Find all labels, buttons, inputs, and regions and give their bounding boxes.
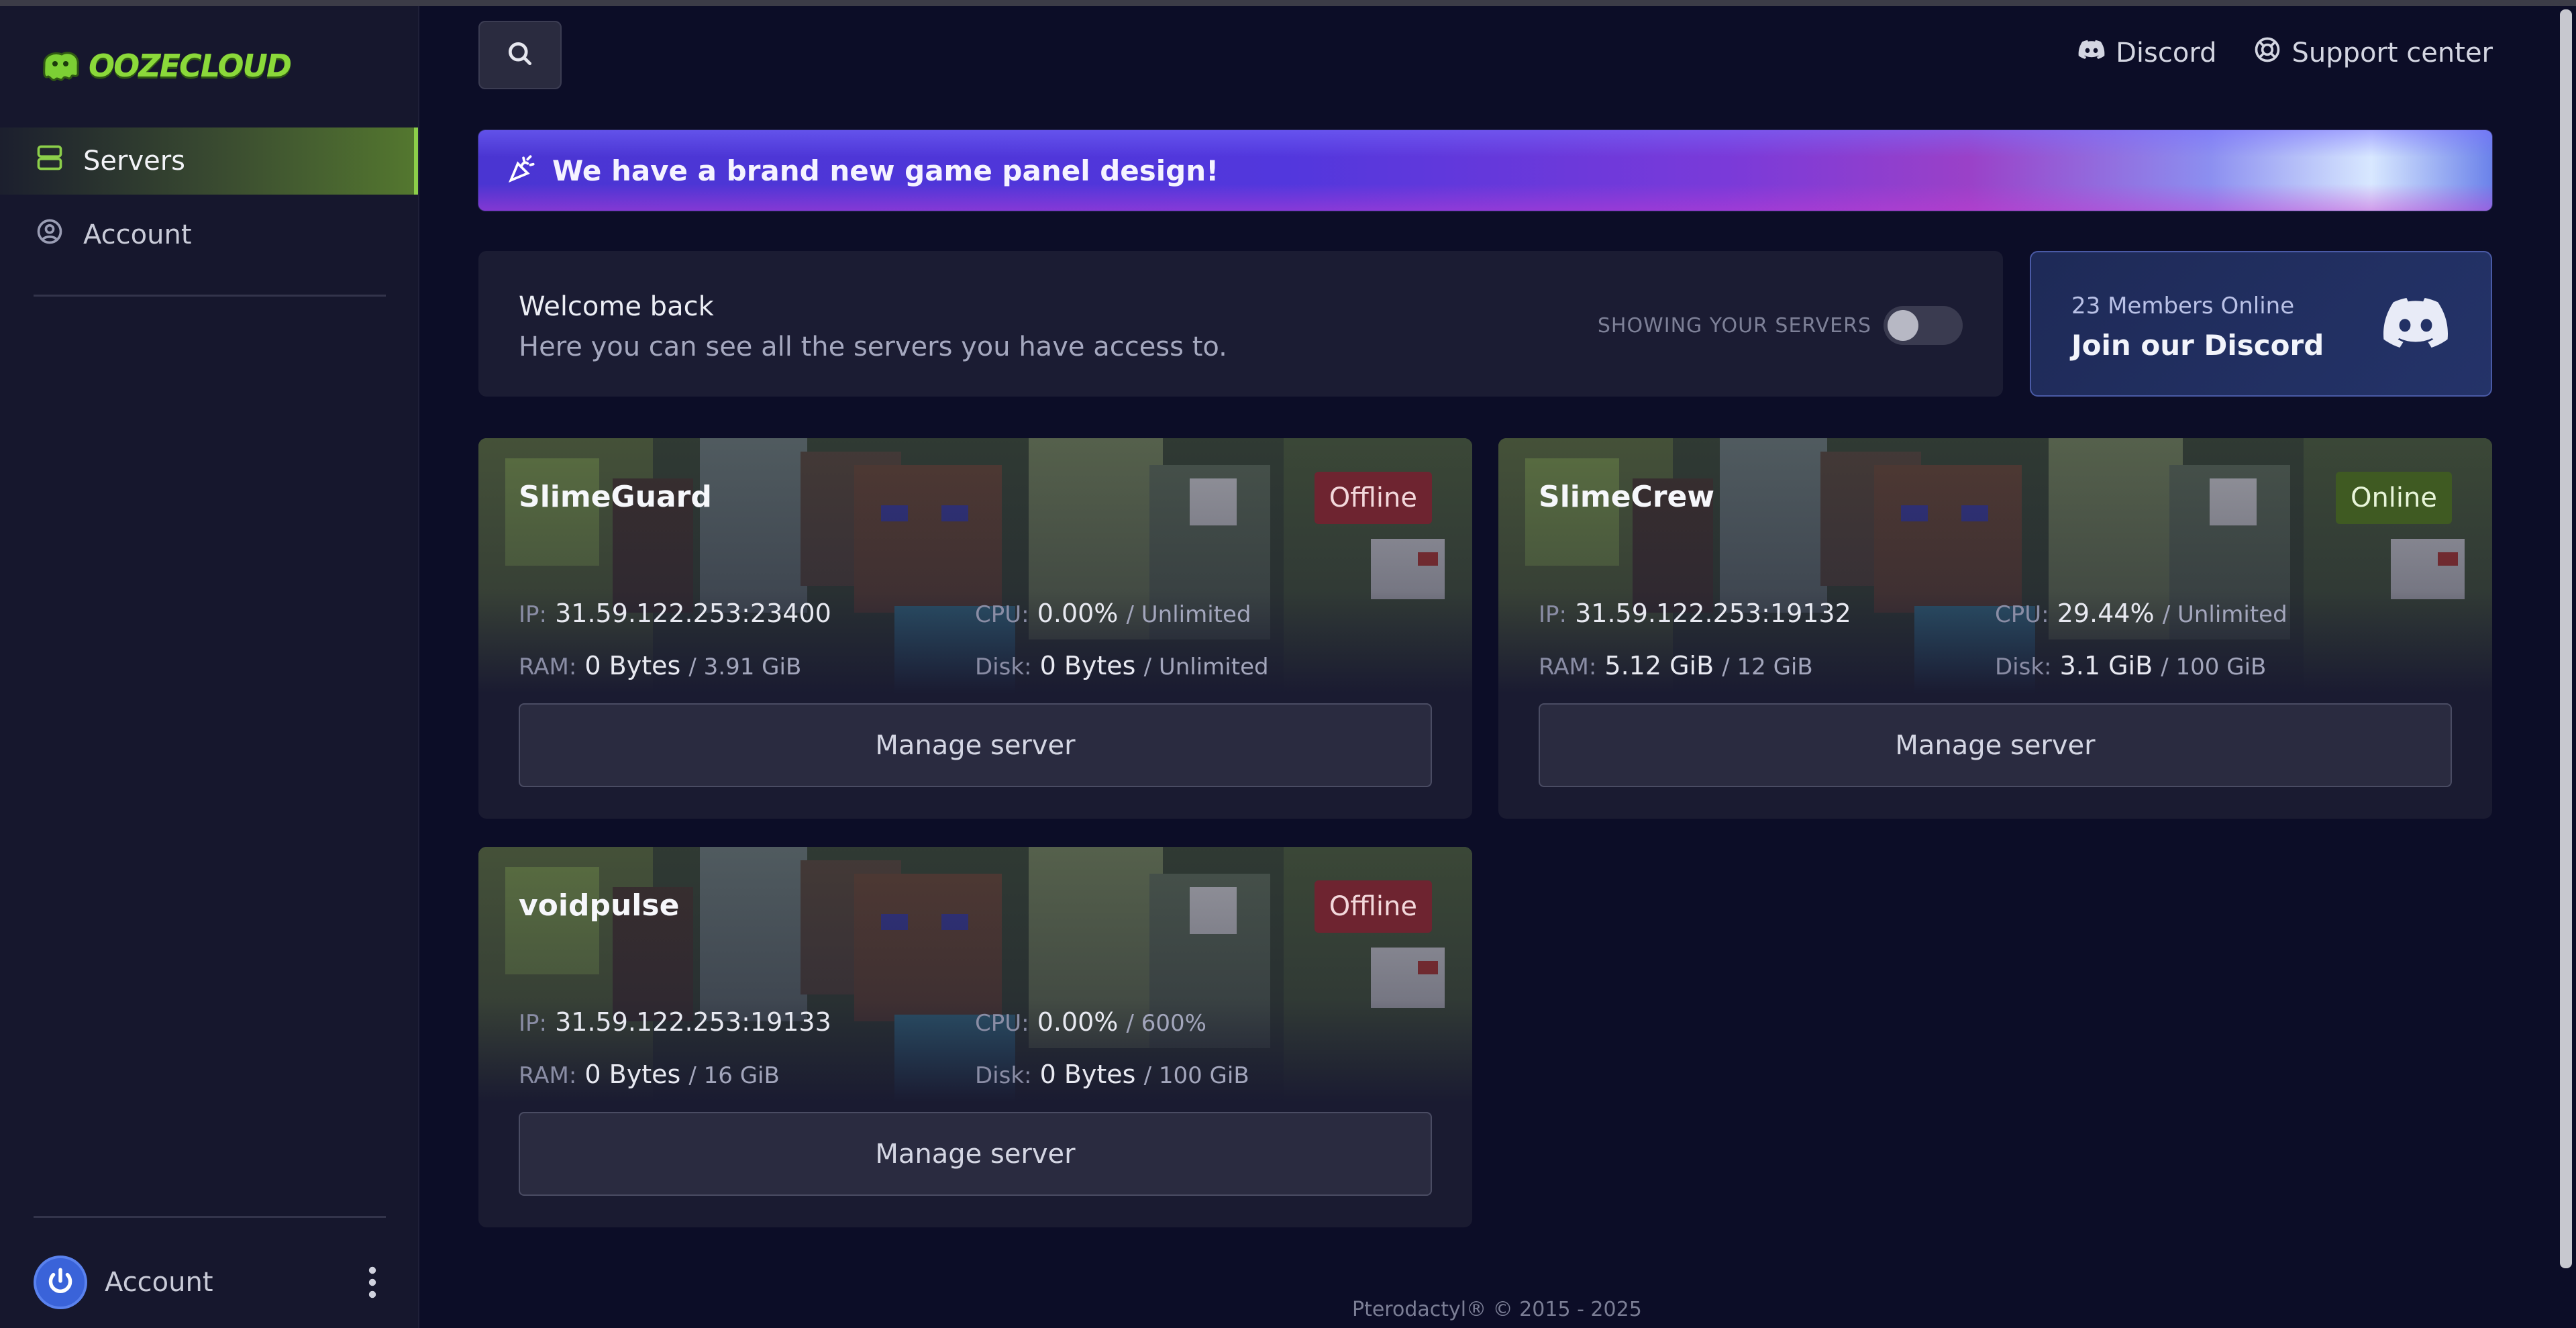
disk-limit: / 100 GiB [1143,1062,1249,1089]
server-filter-toggle-group: SHOWING YOUR SERVERS [1598,306,1963,345]
cpu-stat: CPU: 29.44% / Unlimited [1995,599,2451,628]
ip-value: 31.59.122.253:23400 [555,599,831,628]
manage-server-button[interactable]: Manage server [519,703,1432,787]
disk-stat: Disk: 0 Bytes / 100 GiB [975,1060,1431,1089]
ram-limit: / 12 GiB [1722,654,1813,680]
cpu-limit: / 600% [1126,1010,1206,1037]
support-center-link[interactable]: Support center [2253,35,2493,71]
server-name: voidpulse [519,888,680,923]
slime-logo-icon [40,49,82,83]
window-top-border [0,0,2576,6]
cpu-stat: CPU: 0.00% / 600% [975,1007,1431,1037]
ram-stat: RAM: 0 Bytes / 16 GiB [519,1060,975,1089]
footer-copyright: Pterodactyl® © 2015 - 2025 [1352,1298,1642,1321]
stat-label: Disk: [975,654,1032,680]
ram-stat: RAM: 5.12 GiB / 12 GiB [1539,651,1995,680]
brand-logo[interactable]: OOZECLOUD [40,48,292,84]
discord-icon [2383,298,2448,348]
brand-name: OOZECLOUD [89,48,292,84]
server-icon [35,143,64,179]
ip-stat[interactable]: IP: 31.59.122.253:19133 [519,1007,975,1037]
sidebar-divider [34,1216,386,1218]
page-scrollbar[interactable] [2560,9,2572,1268]
sidebar: OOZECLOUD Servers Account Account [0,6,419,1328]
discord-link-label: Discord [2116,38,2217,68]
welcome-card: Welcome back Here you can see all the se… [478,251,2003,397]
ip-stat[interactable]: IP: 31.59.122.253:19132 [1539,599,1995,628]
disk-value: 3.1 GiB [2059,651,2153,680]
server-card[interactable]: voidpulse Offline IP: 31.59.122.253:1913… [478,847,1472,1227]
status-badge: Offline [1314,880,1432,933]
sidebar-item-label: Servers [83,146,186,176]
manage-server-button[interactable]: Manage server [1539,703,2452,787]
stat-label: IP: [519,1010,547,1037]
ram-limit: / 16 GiB [688,1062,780,1089]
sidebar-user-menu[interactable]: Account [34,1252,386,1313]
cpu-stat: CPU: 0.00% / Unlimited [975,599,1431,628]
stat-label: RAM: [519,1062,577,1089]
toggle-knob [1888,310,1918,341]
disk-value: 0 Bytes [1039,651,1136,680]
support-center-label: Support center [2291,38,2493,68]
cpu-value: 29.44% [2057,599,2155,628]
sidebar-item-account[interactable]: Account [0,201,418,268]
disk-limit: / Unlimited [1143,654,1269,680]
lifebuoy-icon [2253,35,2282,71]
disk-stat: Disk: 0 Bytes / Unlimited [975,651,1431,680]
sidebar-divider [34,295,386,297]
toggle-label: SHOWING YOUR SERVERS [1597,313,1871,338]
stat-label: CPU: [975,1010,1029,1037]
party-popper-icon [505,152,539,189]
server-name: SlimeGuard [519,480,712,514]
sidebar-item-label: Account [83,219,192,250]
discord-icon [2077,35,2106,71]
server-stats: IP: 31.59.122.253:19132 CPU: 29.44% / Un… [1539,587,2451,692]
announcement-banner[interactable]: We have a brand new game panel design! [478,130,2492,211]
ram-value: 0 Bytes [584,1060,681,1089]
ip-stat[interactable]: IP: 31.59.122.253:23400 [519,599,975,628]
banner-text: We have a brand new game panel design! [552,154,1219,187]
cpu-value: 0.00% [1037,1007,1119,1037]
sidebar-item-servers[interactable]: Servers [0,127,418,195]
stat-label: CPU: [1995,601,2049,628]
more-options-icon[interactable] [359,1259,386,1306]
disk-stat: Disk: 3.1 GiB / 100 GiB [1995,651,2451,680]
disk-limit: / 100 GiB [2161,654,2267,680]
ram-value: 0 Bytes [584,651,681,680]
stat-label: RAM: [1539,654,1597,680]
ram-limit: / 3.91 GiB [688,654,802,680]
ip-value: 31.59.122.253:19132 [1575,599,1851,628]
manage-server-button[interactable]: Manage server [519,1112,1432,1196]
server-card[interactable]: SlimeCrew Online IP: 31.59.122.253:19132… [1498,438,2492,819]
ram-stat: RAM: 0 Bytes / 3.91 GiB [519,651,975,680]
show-servers-toggle[interactable] [1884,306,1963,345]
user-circle-icon [35,217,64,253]
server-card[interactable]: SlimeGuard Offline IP: 31.59.122.253:234… [478,438,1472,819]
search-button[interactable] [478,21,562,89]
disk-value: 0 Bytes [1039,1060,1136,1089]
user-label[interactable]: Account [105,1267,359,1298]
header-links: Discord Support center [2077,35,2493,71]
stat-label: Disk: [975,1062,1032,1089]
ip-value: 31.59.122.253:19133 [555,1007,831,1037]
cpu-limit: / Unlimited [2162,601,2287,628]
stat-label: CPU: [975,601,1029,628]
server-stats: IP: 31.59.122.253:19133 CPU: 0.00% / 600… [519,996,1431,1101]
status-badge: Offline [1314,472,1432,524]
status-badge: Online [2335,472,2452,524]
avatar[interactable] [34,1256,87,1309]
stat-label: Disk: [1995,654,2052,680]
stat-label: IP: [1539,601,1567,628]
discord-link[interactable]: Discord [2077,35,2216,71]
stat-label: IP: [519,601,547,628]
discord-card[interactable]: 23 Members Online Join our Discord [2030,251,2492,397]
cpu-limit: / Unlimited [1126,601,1251,628]
server-stats: IP: 31.59.122.253:23400 CPU: 0.00% / Unl… [519,587,1431,692]
server-name: SlimeCrew [1539,480,1715,514]
cpu-value: 0.00% [1037,599,1119,628]
ram-value: 5.12 GiB [1604,651,1714,680]
search-icon [505,39,535,71]
stat-label: RAM: [519,654,577,680]
